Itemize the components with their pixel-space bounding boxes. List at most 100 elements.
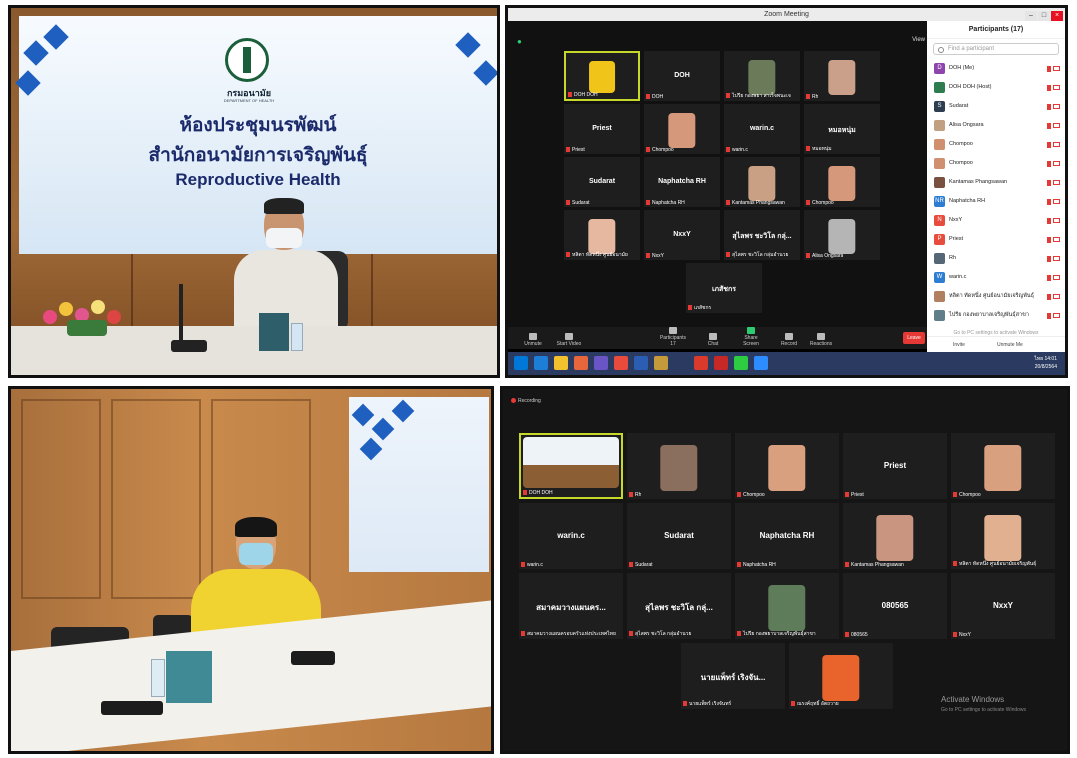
- video-tile[interactable]: Sudarat Sudarat: [627, 503, 731, 569]
- video-tile[interactable]: NxxY NxxY: [644, 210, 720, 260]
- video-tile[interactable]: Alisa Ongsara: [804, 210, 880, 260]
- video-tile[interactable]: NxxY NxxY: [951, 573, 1055, 639]
- participant-item[interactable]: DOH DOH (Host): [927, 78, 1065, 97]
- leave-button[interactable]: Leave: [903, 332, 925, 344]
- zoom-gallery: ● View DOH DOH DOH DOH ไปรีย กองพยา สาเร็จพ…: [508, 21, 931, 349]
- recording-indicator[interactable]: Recording: [511, 398, 541, 404]
- edge-browser-icon[interactable]: [534, 356, 548, 370]
- share-screen-button[interactable]: Share Screen: [736, 327, 766, 347]
- invite-button[interactable]: Invite: [953, 342, 965, 348]
- video-tile[interactable]: Naphatcha RH Naphatcha RH: [735, 503, 839, 569]
- app-icon[interactable]: [654, 356, 668, 370]
- tile-name: Sudarat: [664, 530, 694, 540]
- video-tile[interactable]: DOH DOH: [644, 51, 720, 101]
- participant-item[interactable]: NR Naphatcha RH: [927, 192, 1065, 211]
- record-button[interactable]: Record: [774, 333, 804, 347]
- video-tile[interactable]: Kantamas Phangsawan: [843, 503, 947, 569]
- start-icon[interactable]: [514, 356, 528, 370]
- muted-icon: [566, 252, 570, 258]
- app-icon[interactable]: [594, 356, 608, 370]
- word-icon[interactable]: [634, 356, 648, 370]
- video-tile[interactable]: สุไลพร ชะวิโล กลุ่... สุไลพร ชะวิโล กลุ่ม…: [627, 573, 731, 639]
- participant-item[interactable]: Chompoo: [927, 135, 1065, 154]
- video-tile[interactable]: หลิตา ทัดหนึ่ง ศูนย์อนามัย: [564, 210, 640, 260]
- video-tile[interactable]: warin.c warin.c: [519, 503, 623, 569]
- avatar: [934, 139, 945, 150]
- water-bottle: [291, 323, 303, 351]
- video-tile[interactable]: Kantamas Phangsawan: [724, 157, 800, 207]
- file-explorer-icon[interactable]: [554, 356, 568, 370]
- video-tile[interactable]: ไปรีย กองพยา สาเร็จพนะเจ: [724, 51, 800, 101]
- zoom-icon[interactable]: [754, 356, 768, 370]
- muted-icon: [683, 701, 687, 707]
- minimize-icon[interactable]: –: [1025, 11, 1037, 21]
- video-tile[interactable]: เภสัชกร เภสัชกร: [686, 263, 762, 313]
- video-tile[interactable]: DOH DOH: [519, 433, 623, 499]
- acrobat-icon[interactable]: [714, 356, 728, 370]
- app-icon[interactable]: [614, 356, 628, 370]
- video-tile[interactable]: Chompoo: [644, 104, 720, 154]
- tile-label-text: ไปรีย กองพยาบาลเจริญพันธุ์สาขา: [743, 631, 816, 637]
- participant-video: [984, 444, 1022, 492]
- participants-button[interactable]: Participants 17: [658, 327, 688, 347]
- participant-item[interactable]: Kantamas Phangsawan: [927, 173, 1065, 192]
- video-tile[interactable]: Chompoo: [951, 433, 1055, 499]
- video-tile[interactable]: Chompoo: [804, 157, 880, 207]
- firefox-icon[interactable]: [574, 356, 588, 370]
- close-icon[interactable]: ×: [1051, 11, 1063, 21]
- sign-line-1: ห้องประชุมนรพัฒน์: [179, 115, 337, 136]
- participant-item[interactable]: D DOH (Me): [927, 59, 1065, 78]
- video-tile[interactable]: ไปรีย กองพยาบาลเจริญพันธุ์สาขา: [735, 573, 839, 639]
- taskbar-language: ไทย: [1034, 356, 1044, 362]
- tile-label-text: warin.c: [527, 562, 543, 568]
- video-tile[interactable]: Naphatcha RH Naphatcha RH: [644, 157, 720, 207]
- security-shield-icon[interactable]: ●: [517, 37, 522, 46]
- participant-video: [822, 654, 860, 702]
- participant-item[interactable]: N NxxY: [927, 211, 1065, 230]
- video-tile[interactable]: Priest Priest: [843, 433, 947, 499]
- participant-item[interactable]: Chompoo: [927, 154, 1065, 173]
- start-video-button[interactable]: Start Video: [554, 333, 584, 347]
- participant-name: Alisa Ongsara: [949, 122, 984, 128]
- view-button[interactable]: View: [912, 37, 925, 43]
- chrome-icon[interactable]: [694, 356, 708, 370]
- participant-item[interactable]: P Priest: [927, 230, 1065, 249]
- participant-name: Sudarat: [949, 103, 969, 109]
- taskbar-date: 20/8/2564: [1034, 364, 1057, 370]
- participant-video: [660, 444, 698, 492]
- tile-label: หมอหนุ่ม: [806, 145, 832, 153]
- video-tile[interactable]: Chompoo: [735, 433, 839, 499]
- video-tile[interactable]: สุไลพร ชะวิโล กลุ่... สุไลพร ชะวิโล กลุ่ม…: [724, 210, 800, 260]
- chat-button[interactable]: Chat: [698, 333, 728, 347]
- activate-windows-sub: Go to PC settings to activate Windows: [941, 707, 1027, 713]
- video-tile[interactable]: 080565 080565: [843, 573, 947, 639]
- video-tile[interactable]: warin.c warin.c: [724, 104, 800, 154]
- participant-item[interactable]: Wwarin.c: [927, 268, 1065, 287]
- video-tile[interactable]: Rh: [804, 51, 880, 101]
- unmute-me-button[interactable]: Unmute Me: [997, 342, 1023, 348]
- muted-icon: [629, 562, 633, 568]
- video-tile[interactable]: นายแพ็ทร์ เริงจัน... นายแพ็ทร์ เริงจันทร์: [681, 643, 785, 709]
- video-tile[interactable]: DOH DOH: [564, 51, 640, 101]
- video-tile[interactable]: หลิตา ทัดหนึ่ง ศูนย์อนามัยเจริญพันธุ์: [951, 503, 1055, 569]
- participant-item[interactable]: Rh: [927, 249, 1065, 268]
- unmute-button[interactable]: Unmute: [518, 333, 548, 347]
- tile-label: สมาคมวางแผนครอบครัวแห่งประเทศไทย: [521, 630, 616, 638]
- participant-item[interactable]: ไปรีย กองพยาบาลเจริญพันธุ์สาขา: [927, 306, 1065, 325]
- participant-item[interactable]: Alisa Ongsara: [927, 116, 1065, 135]
- muted-icon: [688, 305, 692, 311]
- tile-label: DOH DOH: [568, 92, 598, 98]
- line-icon[interactable]: [734, 356, 748, 370]
- video-tile[interactable]: ณรงค์ฤทธิ์ อัตถวาย: [789, 643, 893, 709]
- video-tile[interactable]: Rh: [627, 433, 731, 499]
- video-tile[interactable]: Priest Priest: [564, 104, 640, 154]
- video-tile[interactable]: สมาคมวางแผนคร... สมาคมวางแผนครอบครัวแห่งป…: [519, 573, 623, 639]
- video-tile[interactable]: Sudarat Sudarat: [564, 157, 640, 207]
- find-participant-input[interactable]: Find a participant: [933, 43, 1059, 55]
- microphone-muted-icon: [1047, 256, 1051, 262]
- participant-item[interactable]: S Sudarat: [927, 97, 1065, 116]
- video-tile[interactable]: หมอหนุ่ม หมอหนุ่ม: [804, 104, 880, 154]
- reactions-button[interactable]: Reactions: [806, 333, 836, 347]
- participant-item[interactable]: หลิตา ทัดหนึ่ง ศูนย์อนามัยเจริญพันธุ์: [927, 287, 1065, 306]
- maximize-icon[interactable]: □: [1038, 11, 1050, 21]
